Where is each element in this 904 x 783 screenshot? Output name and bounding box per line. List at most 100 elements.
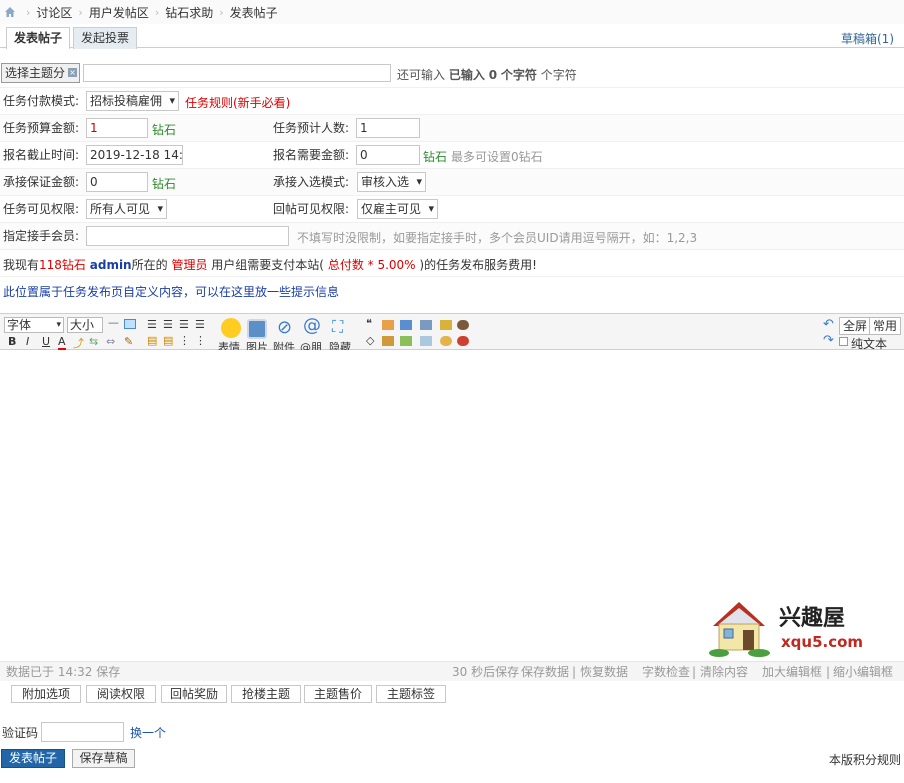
budget-input[interactable]: 1 — [86, 118, 148, 138]
post-tabs: 发表帖子 发起投票 草稿箱(1) — [0, 24, 904, 49]
save-data-link[interactable]: 保存数据 — [521, 662, 569, 682]
justify-icon[interactable]: ☰ — [195, 318, 205, 331]
dropdown-icon: × — [68, 68, 78, 77]
save-draft-button[interactable]: 保存草稿 — [72, 749, 135, 768]
topic-tags-button[interactable]: 主题标签 — [376, 685, 446, 703]
task-budget-row: 任务预算金额: 1 钻石 任务预计人数: 1 — [0, 114, 904, 141]
task-rules-link[interactable]: 任务规则(新手必看) — [185, 94, 290, 111]
deposit-input[interactable]: 0 — [86, 172, 148, 192]
fee-user: admin — [89, 258, 132, 272]
subject-input[interactable] — [83, 64, 391, 82]
floor-topic-button[interactable]: 抢楼主题 — [231, 685, 301, 703]
breadcrumb-link-user-post[interactable]: 用户发帖区 — [89, 4, 149, 21]
pacman-icon[interactable] — [440, 336, 452, 346]
topic-type-label: 选择主题分 — [5, 66, 66, 80]
breadcrumb-link-diamond-help[interactable]: 钻石求助 — [165, 4, 213, 21]
submit-post-button[interactable]: 发表帖子 — [1, 749, 65, 768]
visibility-select[interactable]: 所有人可见 — [86, 199, 168, 219]
reply-reward-button[interactable]: 回帖奖励 — [161, 685, 227, 703]
reply-visibility-select[interactable]: 仅雇主可见 — [357, 199, 439, 219]
breadcrumb-separator: › — [219, 5, 224, 19]
lock-icon[interactable] — [382, 336, 394, 346]
font-size-select[interactable]: 大小 — [67, 317, 103, 333]
reply-visibility-label: 回帖可见权限: — [273, 202, 350, 216]
ordered-list-icon[interactable]: ⋮ — [179, 334, 190, 347]
home-icon[interactable] — [4, 6, 16, 18]
topic-price-button[interactable]: 主题售价 — [304, 685, 372, 703]
pay-mode-select[interactable]: 招标投稿雇佣 — [86, 91, 180, 111]
deadline-input[interactable]: 2019-12-18 14:3 — [86, 145, 183, 165]
visibility-label: 任务可见权限: — [3, 202, 80, 216]
hide-icon[interactable]: ⛶ — [332, 317, 343, 337]
key-icon[interactable] — [440, 320, 452, 330]
paperclip-icon[interactable]: ⊘ — [277, 317, 292, 338]
tab-new-post[interactable]: 发表帖子 — [6, 27, 71, 49]
underline-icon[interactable]: U — [42, 335, 50, 348]
status-separator: | — [692, 665, 697, 679]
select-mode-select[interactable]: 审核入选 — [357, 172, 427, 192]
hide-content-icon[interactable] — [457, 320, 469, 330]
italic-icon[interactable]: I — [26, 335, 29, 348]
task-deposit-row: 承接保证金额: 0 钻石 承接入选模式: 审核入选 — [0, 168, 904, 195]
breadcrumb-separator: › — [78, 5, 83, 19]
extra-options-button[interactable]: 附加选项 — [11, 685, 81, 703]
source-code-icon[interactable]: ◇ — [366, 334, 374, 347]
status-separator: | — [826, 665, 831, 679]
bold-icon[interactable]: B — [8, 335, 16, 348]
captcha-label: 验证码 — [2, 726, 39, 740]
word-check-link[interactable]: 字数检查 — [642, 662, 690, 682]
align-center-icon[interactable]: ☰ — [163, 318, 173, 331]
task-pay-mode-row: 任务付款模式: 招标投稿雇佣 任务规则(新手必看) — [0, 87, 904, 114]
points-rules-link[interactable]: 本版积分规则 — [829, 751, 901, 768]
unlink-icon[interactable]: ⇆ — [89, 335, 98, 348]
hint-unit: 个字符 — [500, 68, 537, 82]
read-permission-button[interactable]: 阅读权限 — [86, 685, 156, 703]
quote-icon[interactable]: ❝ — [366, 317, 372, 330]
logo-url: xqu5.com — [781, 633, 864, 651]
audio-icon[interactable] — [400, 336, 412, 346]
member-input[interactable] — [86, 226, 289, 246]
align-left-icon[interactable]: ☰ — [147, 318, 157, 331]
float-right-icon[interactable]: ▤ — [163, 334, 173, 347]
float-left-icon[interactable]: ▤ — [147, 334, 157, 347]
hint-count: 0 — [488, 68, 498, 82]
person-icon[interactable] — [457, 336, 469, 346]
video-icon[interactable] — [420, 336, 432, 346]
apply-amount-unit: 钻石 — [423, 150, 448, 164]
autosave-countdown: 30 秒后保存 — [452, 665, 520, 679]
code-icon[interactable]: ⇔ — [106, 335, 115, 348]
captcha-input[interactable] — [41, 722, 124, 742]
breadcrumb-link-forum[interactable]: 讨论区 — [36, 4, 72, 21]
font-color-icon[interactable]: A — [58, 335, 66, 350]
hr-icon[interactable]: — — [108, 316, 119, 329]
free-content-icon[interactable] — [382, 320, 394, 330]
font-family-select[interactable]: 字体 ▾ — [4, 317, 64, 333]
flash-icon[interactable] — [420, 320, 432, 330]
enlarge-editor-link[interactable]: 加大编辑框 — [762, 662, 822, 682]
common-button[interactable]: 常用 — [869, 317, 902, 335]
table-icon[interactable] — [400, 320, 412, 330]
clear-content-link[interactable]: 清除内容 — [700, 662, 748, 682]
people-input[interactable]: 1 — [356, 118, 420, 138]
fullscreen-button[interactable]: 全屏 — [839, 317, 872, 335]
captcha-refresh-link[interactable]: 换一个 — [130, 724, 166, 741]
unordered-list-icon[interactable]: ⋮ — [195, 334, 206, 347]
background-color-icon[interactable] — [124, 319, 136, 329]
emoji-icon[interactable] — [221, 318, 241, 338]
draft-box-link[interactable]: 草稿箱(1) — [841, 30, 894, 47]
tab-new-poll[interactable]: 发起投票 — [73, 27, 138, 49]
align-right-icon[interactable]: ☰ — [179, 318, 189, 331]
topic-type-select[interactable]: 选择主题分 × — [1, 63, 81, 83]
at-icon[interactable]: @ — [303, 315, 321, 336]
shrink-editor-link[interactable]: 缩小编辑框 — [833, 662, 893, 682]
restore-data-link[interactable]: 恢复数据 — [580, 662, 628, 682]
custom-notice-row: 此位置属于任务发布页自定义内容，可以在这里放一些提示信息 — [0, 276, 904, 303]
plain-text-checkbox[interactable] — [839, 337, 848, 346]
hint-prefix: 还可输入 — [397, 68, 446, 82]
link-icon[interactable]: ⤴ — [73, 335, 84, 351]
clear-format-icon[interactable]: ✎ — [124, 335, 133, 348]
undo-icon[interactable]: ↶ — [823, 317, 834, 332]
image-icon[interactable] — [247, 319, 267, 339]
redo-icon[interactable]: ↷ — [823, 333, 834, 348]
apply-amount-input[interactable]: 0 — [356, 145, 420, 165]
